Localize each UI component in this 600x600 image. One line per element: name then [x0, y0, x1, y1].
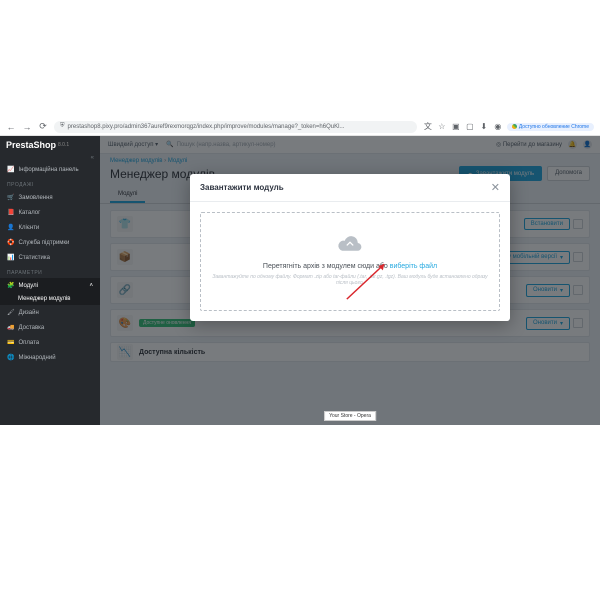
- main-content: Швидкий доступ ▾ 🔍Пошук (напр.назва, арт…: [100, 136, 600, 425]
- download-icon[interactable]: ⬇: [479, 122, 489, 132]
- back-icon[interactable]: ←: [6, 122, 16, 132]
- sidebar-item-support[interactable]: 🛟Служба підтримки: [0, 235, 100, 250]
- star-icon[interactable]: ☆: [437, 122, 447, 132]
- globe-icon: 🌐: [7, 354, 14, 361]
- user-icon: 👤: [7, 224, 14, 231]
- paint-icon: 🖌: [7, 309, 15, 316]
- chrome-update-pill[interactable]: Доступно обновление Chrome: [507, 123, 594, 131]
- modal-title: Завантажити модуль: [200, 183, 284, 192]
- sidebar-item-orders[interactable]: 🛒Замовлення: [0, 190, 100, 205]
- modal-overlay[interactable]: Завантажити модуль ✕ Перетягніть архів з…: [100, 136, 600, 425]
- upload-module-modal: Завантажити модуль ✕ Перетягніть архів з…: [190, 174, 510, 321]
- chevron-up-icon: ˄: [89, 283, 93, 289]
- card-icon: 💳: [7, 339, 14, 346]
- forward-icon[interactable]: →: [22, 122, 32, 132]
- select-file-link[interactable]: виберіть файл: [390, 263, 437, 270]
- stats-icon: 📊: [7, 254, 14, 261]
- sidebar-item-payment[interactable]: 💳Оплата: [0, 335, 100, 350]
- chrome-logo-icon: [512, 124, 517, 129]
- collapse-sidebar[interactable]: «: [0, 154, 100, 162]
- url-text: prestashop8.pixy.pro/admin367auref9rexmo…: [68, 124, 345, 130]
- browser-toolbar: ← → ⟳ ⛨ prestashop8.pixy.pro/admin367aur…: [0, 118, 600, 136]
- book-icon: 📕: [7, 209, 14, 216]
- sidebar-item-catalog[interactable]: 📕Каталог: [0, 205, 100, 220]
- cloud-upload-icon: [211, 233, 489, 255]
- dropzone-text: Перетягніть архів з модулем сюди або виб…: [211, 263, 489, 270]
- translate-icon[interactable]: 文: [423, 122, 433, 132]
- reload-icon[interactable]: ⟳: [38, 122, 48, 132]
- sidebar-item-international[interactable]: 🌐Міжнародний: [0, 350, 100, 365]
- sidebar-item-customers[interactable]: 👤Клієнти: [0, 220, 100, 235]
- cast-icon[interactable]: ▢: [465, 122, 475, 132]
- close-icon[interactable]: ✕: [491, 181, 500, 194]
- lock-icon: ⛨: [60, 123, 65, 130]
- puzzle-icon: 🧩: [7, 282, 14, 289]
- cart-icon: 🛒: [7, 194, 14, 201]
- sidebar-section-params: ПАРАМЕТРИ: [0, 265, 100, 278]
- sidebar-item-design[interactable]: 🖌Дизайн: [0, 305, 100, 320]
- extension-icon[interactable]: ▣: [451, 122, 461, 132]
- brand: PrestaShop 8.0.1: [0, 136, 100, 154]
- sidebar-item-modules[interactable]: 🧩Модулі˄: [0, 278, 100, 293]
- sidebar-item-stats[interactable]: 📊Статистика: [0, 250, 100, 265]
- url-bar[interactable]: ⛨ prestashop8.pixy.pro/admin367auref9rex…: [54, 121, 417, 133]
- sidebar: PrestaShop 8.0.1 « 📈Інформаційна панель …: [0, 136, 100, 425]
- profile-icon[interactable]: ◉: [493, 122, 503, 132]
- gauge-icon: 📈: [7, 166, 14, 173]
- sidebar-item-dashboard[interactable]: 📈Інформаційна панель: [0, 162, 100, 177]
- sidebar-item-shipping[interactable]: 🚚Доставка: [0, 320, 100, 335]
- sidebar-section-sales: ПРОДАЖІ: [0, 177, 100, 190]
- sidebar-subitem-module-manager[interactable]: Менеджер модулів: [0, 293, 100, 305]
- support-icon: 🛟: [7, 239, 14, 246]
- truck-icon: 🚚: [7, 324, 14, 331]
- upload-dropzone[interactable]: Перетягніть архів з модулем сюди або виб…: [200, 212, 500, 311]
- window-tooltip: Your Store - Opera: [324, 411, 376, 421]
